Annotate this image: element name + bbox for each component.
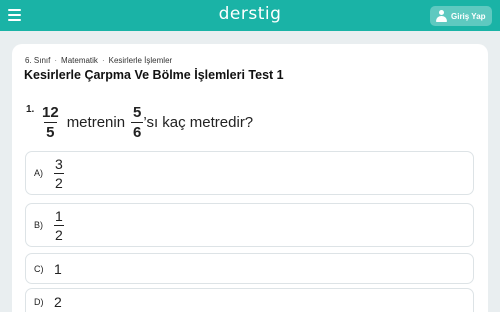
login-button-label: Giriş Yap <box>451 11 486 21</box>
breadcrumb-separator: · <box>54 56 58 65</box>
option-letter: C) <box>34 263 44 274</box>
question-text: 12 5 metrenin 5 6 ’sı kaç metredir? <box>40 101 253 143</box>
site-logo[interactable]: derstig <box>0 4 500 24</box>
option-letter: D) <box>34 297 44 307</box>
option-letter: B) <box>34 220 43 230</box>
answer-option-d[interactable]: D) 2 <box>25 288 474 312</box>
fraction-numerator: 1 <box>55 207 63 224</box>
fraction: 5 6 <box>131 103 144 141</box>
page-title: Kesirlerle Çarpma Ve Bölme İşlemleri Tes… <box>24 68 284 82</box>
breadcrumb: 6. Sınıf · Matematik · Kesirlerle İşleml… <box>25 56 172 65</box>
option-value: 2 <box>54 294 62 310</box>
answer-option-b[interactable]: B) 1 2 <box>25 203 474 247</box>
fraction-denominator: 6 <box>131 121 144 141</box>
fraction-numerator: 3 <box>55 155 63 172</box>
fraction-denominator: 2 <box>54 172 64 191</box>
fraction-numerator: 12 <box>42 103 59 121</box>
question-number: 1. <box>26 104 35 115</box>
breadcrumb-item-topic[interactable]: Kesirlerle İşlemler <box>109 56 173 65</box>
fraction-numerator: 5 <box>133 103 142 121</box>
fraction: 12 5 <box>40 105 61 140</box>
answer-option-a[interactable]: A) 3 2 <box>25 151 474 195</box>
option-value: 1 <box>54 260 62 277</box>
breadcrumb-item-subject[interactable]: Matematik <box>61 56 98 65</box>
breadcrumb-item-grade[interactable]: 6. Sınıf <box>25 56 50 65</box>
answer-option-c[interactable]: C) 1 <box>25 253 474 284</box>
top-bar: derstig Giriş Yap <box>0 0 500 31</box>
option-letter: A) <box>34 168 43 178</box>
user-icon <box>436 9 447 23</box>
question-text-part: ’sı kaç metredir? <box>143 113 254 131</box>
option-fraction: 3 2 <box>54 157 64 190</box>
option-fraction: 1 2 <box>54 209 64 242</box>
fraction-denominator: 5 <box>44 121 57 141</box>
fraction-denominator: 2 <box>54 224 64 243</box>
login-button[interactable]: Giriş Yap <box>430 6 492 26</box>
question-text-part: metrenin <box>66 113 126 131</box>
breadcrumb-separator: · <box>101 56 105 65</box>
